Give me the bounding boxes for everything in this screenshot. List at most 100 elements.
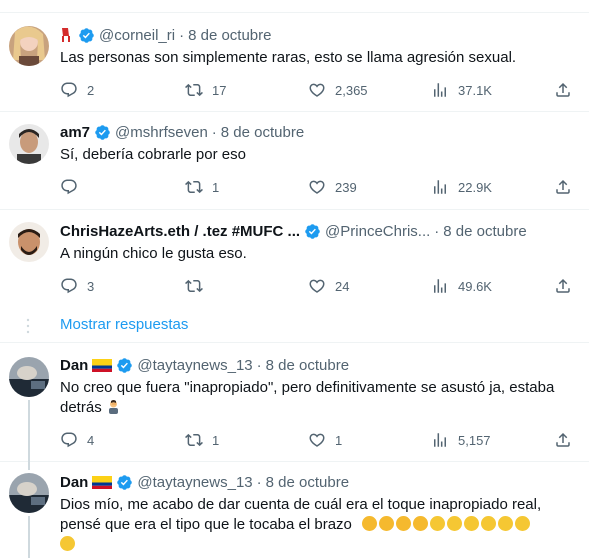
retweet-button[interactable]: 1 [185, 177, 219, 197]
user-name[interactable]: Dan [60, 357, 88, 374]
like-icon [308, 81, 326, 99]
tweet-text: Dios mío, me acabo de dar cuenta de cuál… [60, 495, 570, 555]
separator-dot: · [179, 26, 185, 44]
user-handle[interactable]: @mshrfseven [115, 124, 208, 141]
tears-of-joy-emoji-icon [498, 516, 514, 531]
tweet-text: A ningún chico le gusta eso. [60, 245, 247, 262]
share-icon [554, 431, 572, 449]
tears-of-joy-emoji-icon [430, 516, 446, 531]
user-name[interactable]: am7 [60, 124, 90, 141]
reply-icon [60, 277, 78, 295]
share-button[interactable] [554, 177, 581, 197]
hand-over-mouth-emoji-icon [379, 516, 395, 531]
tweet-text-line: detrás [60, 398, 570, 418]
avatar[interactable] [9, 124, 49, 164]
reply-icon [60, 81, 78, 99]
views-button[interactable]: 49.6K [431, 276, 492, 296]
tweet-text-line: No creo que fuera "inapropiado", pero de… [60, 379, 555, 396]
tweet-date[interactable]: 8 de octubre [221, 124, 304, 141]
colombia-flag-icon [92, 358, 113, 372]
views-button[interactable]: 37.1K [431, 80, 492, 100]
tweet-date[interactable]: 8 de octubre [188, 27, 271, 44]
emoji-row [362, 516, 532, 533]
user-name[interactable]: Dan [60, 474, 88, 491]
avatar[interactable] [9, 26, 49, 66]
separator-dot: · [256, 473, 262, 491]
reply-button[interactable]: 3 [60, 276, 94, 296]
verified-icon [78, 27, 95, 44]
like-button[interactable]: 24 [308, 276, 349, 296]
tweet-actions: 4 1 1 5,157 [60, 430, 575, 450]
retweet-icon [185, 431, 203, 449]
like-button[interactable]: 239 [308, 177, 357, 197]
share-icon [554, 277, 572, 295]
tweet-actions: 3 24 49.6K [60, 276, 575, 296]
verified-icon [116, 474, 133, 491]
tweet-2[interactable]: am7 @mshrfseven · 8 de octubre Sí, deber… [0, 112, 589, 210]
like-button[interactable]: 1 [308, 430, 342, 450]
retweet-count: 17 [212, 82, 227, 98]
thread-dots-icon [25, 318, 31, 334]
tweet-header: @corneil_ri · 8 de octubre [60, 25, 272, 45]
avatar[interactable] [9, 222, 49, 262]
user-handle[interactable]: @corneil_ri [99, 27, 175, 44]
retweet-icon [185, 178, 203, 196]
user-handle[interactable]: @taytaynews_13 [137, 357, 252, 374]
show-replies-link[interactable]: Mostrar respuestas [60, 316, 188, 333]
like-count: 1 [335, 432, 343, 448]
reply-button[interactable] [60, 177, 87, 197]
verified-icon [116, 357, 133, 374]
retweet-count: 1 [212, 432, 220, 448]
tweet-text: Sí, debería cobrarle por eso [60, 146, 246, 163]
tweet-text-line [60, 535, 570, 555]
retweet-button[interactable]: 17 [185, 80, 226, 100]
verified-icon [304, 223, 321, 240]
red-chair-icon [60, 27, 72, 43]
retweet-icon [185, 81, 203, 99]
reply-count: 3 [87, 278, 95, 294]
reply-button[interactable]: 4 [60, 430, 94, 450]
tweet-text: Las personas son simplemente raras, esto… [60, 49, 517, 66]
like-count: 24 [335, 278, 350, 294]
tears-of-joy-emoji-icon [447, 516, 463, 531]
share-button[interactable] [554, 80, 581, 100]
reply-count: 2 [87, 82, 95, 98]
thread-line [28, 400, 30, 462]
tweet-text-line: Dios mío, me acabo de dar cuenta de cuál… [60, 496, 542, 513]
reply-button[interactable]: 2 [60, 80, 94, 100]
views-button[interactable]: 22.9K [431, 177, 492, 197]
retweet-button[interactable] [185, 276, 212, 296]
separator-dot: · [434, 222, 440, 240]
tweet-1[interactable]: @corneil_ri · 8 de octubre Las personas … [0, 13, 589, 112]
man-facepalming-emoji-icon [106, 399, 121, 414]
share-icon [554, 81, 572, 99]
share-button[interactable] [554, 430, 581, 450]
views-count: 37.1K [458, 82, 492, 98]
tears-of-joy-emoji-icon [481, 516, 497, 531]
like-icon [308, 178, 326, 196]
reply-icon [60, 431, 78, 449]
user-handle[interactable]: @taytaynews_13 [137, 474, 252, 491]
tweet-date[interactable]: 8 de octubre [443, 223, 526, 240]
tweet-5[interactable]: Dan @taytaynews_13 · 8 de octubre Dios m… [0, 462, 589, 558]
tweet-date[interactable]: 8 de octubre [266, 357, 349, 374]
tweet-date[interactable]: 8 de octubre [266, 474, 349, 491]
user-handle[interactable]: @PrinceChris... [325, 223, 430, 240]
hand-over-mouth-emoji-icon [362, 516, 378, 531]
tweet-4[interactable]: Dan @taytaynews_13 · 8 de octubre No cre… [0, 344, 589, 462]
like-button[interactable]: 2,365 [308, 80, 368, 100]
views-icon [431, 431, 449, 449]
views-button[interactable]: 5,157 [431, 430, 491, 450]
views-count: 5,157 [458, 432, 491, 448]
tweet-header: am7 @mshrfseven · 8 de octubre [60, 122, 304, 142]
tweet-text: No creo que fuera "inapropiado", pero de… [60, 378, 570, 418]
avatar[interactable] [9, 357, 49, 397]
tears-of-joy-emoji-icon [515, 516, 531, 531]
retweet-button[interactable]: 1 [185, 430, 219, 450]
hand-over-mouth-emoji-icon [396, 516, 412, 531]
avatar[interactable] [9, 473, 49, 513]
tears-of-joy-emoji-icon [464, 516, 480, 531]
user-name[interactable]: ChrisHazeArts.eth / .tez #MUFC ... [60, 223, 300, 240]
tweet-header: Dan @taytaynews_13 · 8 de octubre [60, 472, 349, 492]
share-button[interactable] [554, 276, 581, 296]
